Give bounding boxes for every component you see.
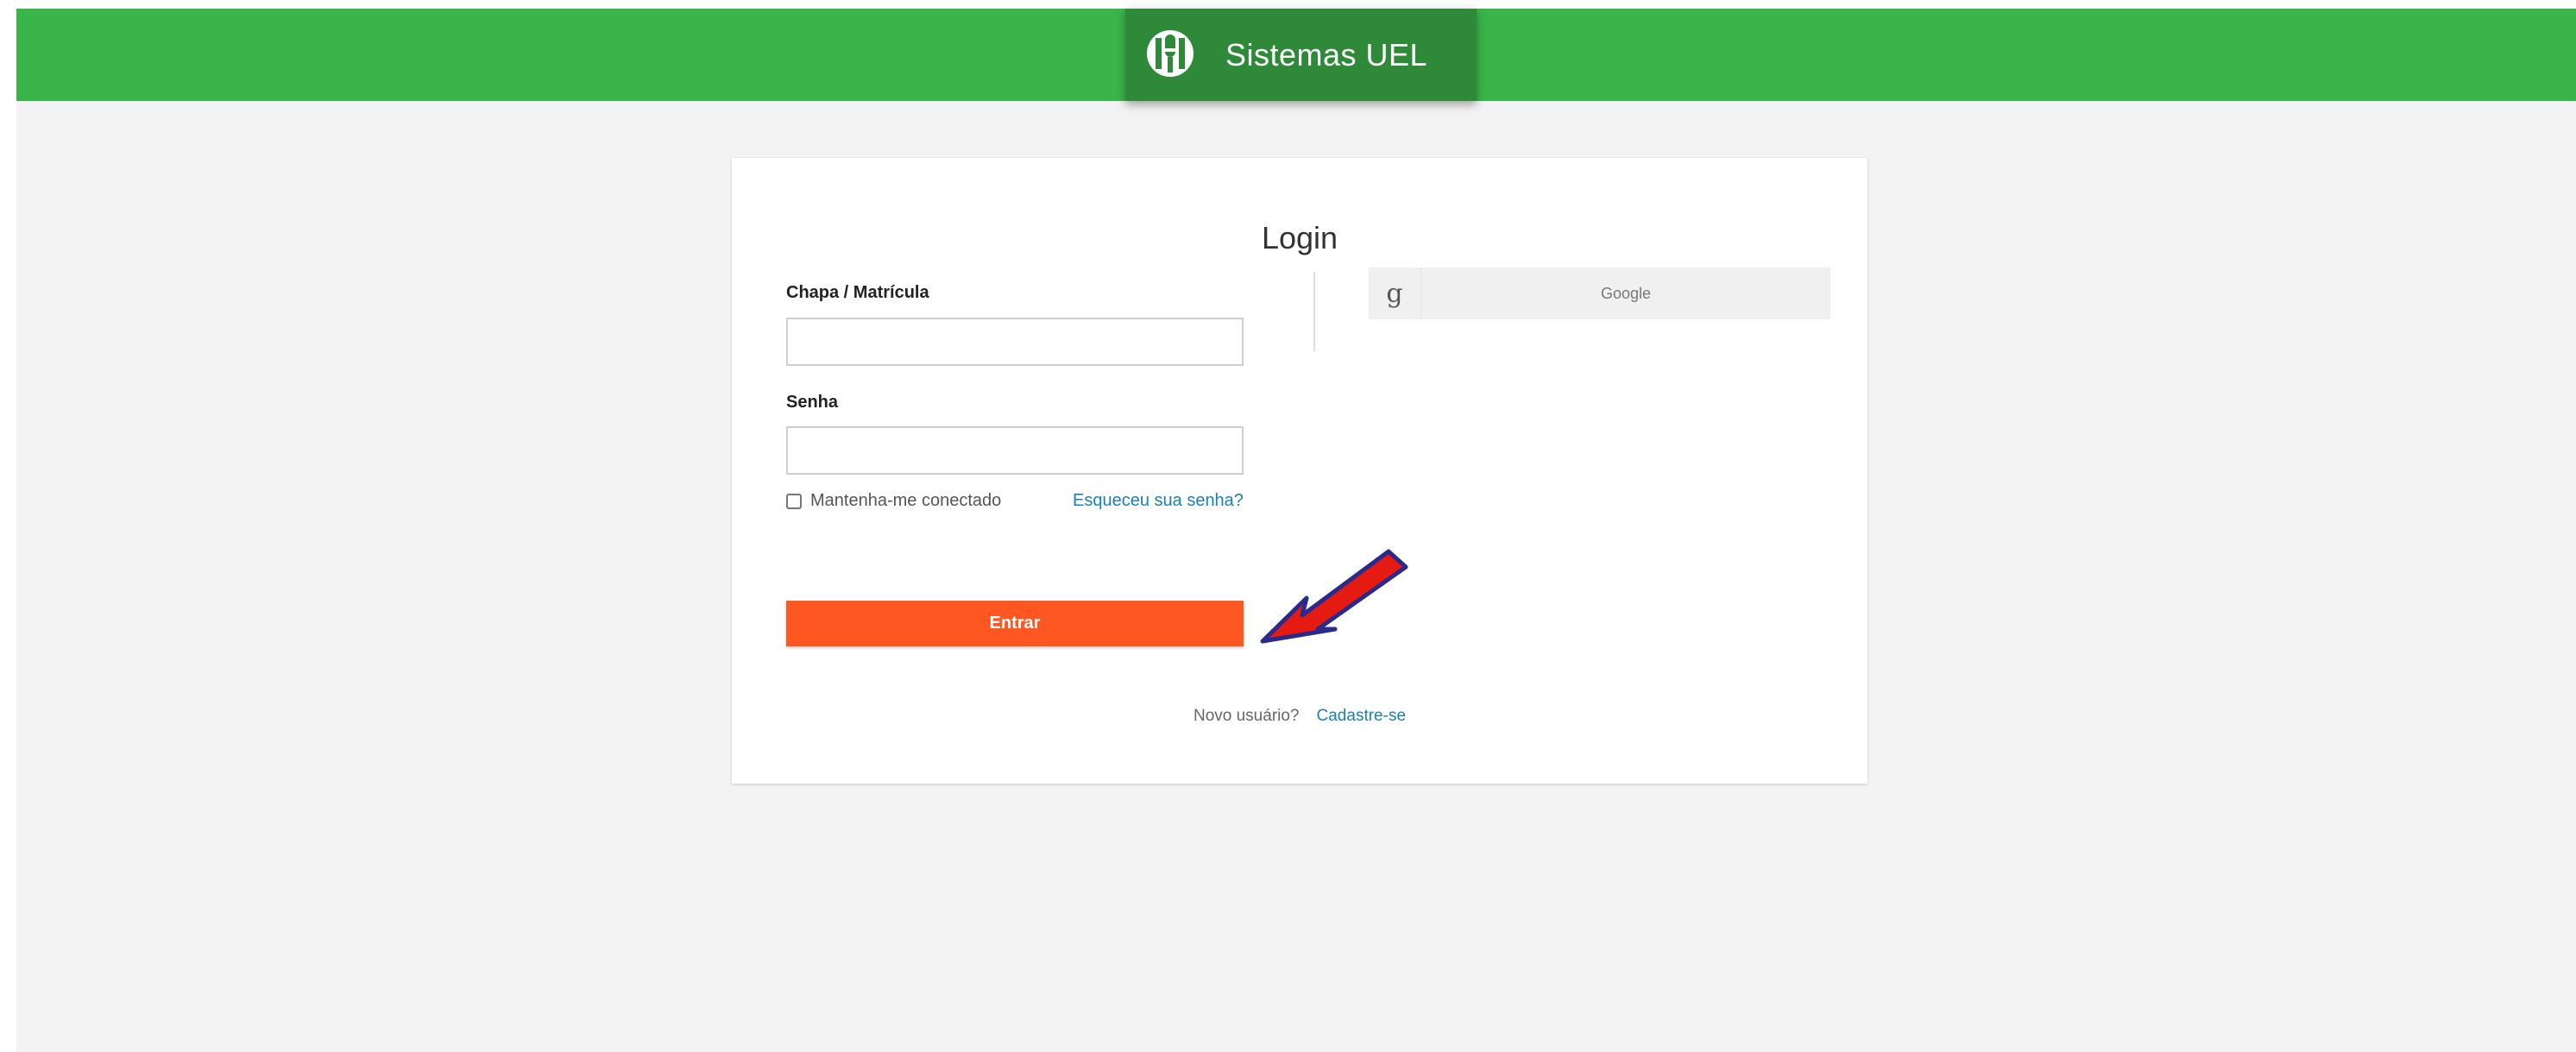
login-title: Login (1261, 220, 1338, 255)
senha-label: Senha (786, 393, 839, 412)
brand-badge[interactable]: Sistemas UEL (1125, 9, 1477, 101)
page-viewport: Sistemas UEL Login Chapa / Matrícula Sen… (16, 9, 2576, 1052)
vertical-divider (1313, 272, 1315, 351)
google-login-button[interactable]: g Google (1369, 268, 1830, 319)
google-g-icon: g (1369, 268, 1421, 319)
remember-me[interactable]: Mantenha-me conectado (786, 491, 1001, 511)
forgot-password-link[interactable]: Esqueceu sua senha? (1073, 491, 1244, 511)
chapa-label: Chapa / Matrícula (786, 283, 929, 302)
brand-title: Sistemas UEL (1225, 37, 1428, 72)
top-navbar: Sistemas UEL (16, 9, 2576, 101)
submit-button[interactable]: Entrar (786, 601, 1244, 646)
red-arrow-pointer-icon (1260, 549, 1408, 644)
google-label: Google (1600, 284, 1652, 302)
uel-logo-icon (1147, 30, 1194, 77)
chapa-input[interactable] (786, 318, 1244, 366)
remember-label: Mantenha-me conectado (810, 491, 1002, 510)
senha-input[interactable] (786, 426, 1244, 475)
remember-checkbox[interactable] (786, 493, 802, 509)
new-user-text: Novo usuário? (1193, 707, 1300, 725)
signup-link[interactable]: Cadastre-se (1317, 707, 1407, 725)
signup-row: Novo usuário? Cadastre-se (732, 707, 1867, 726)
login-card: Login Chapa / Matrícula Senha Mantenha-m… (732, 158, 1867, 784)
